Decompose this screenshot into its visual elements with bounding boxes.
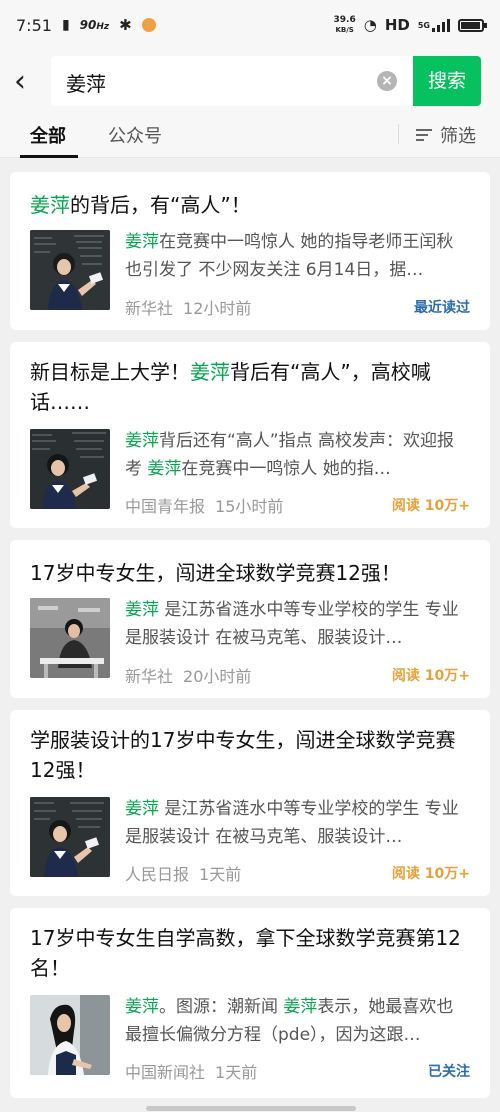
- result-thumbnail: [30, 797, 110, 877]
- clock: 7:51: [16, 15, 52, 35]
- vibrate-icon: ▮: [61, 17, 70, 33]
- result-tag: 阅读 10万+: [391, 668, 470, 684]
- network-label: 5G: [417, 20, 430, 30]
- app-notification-icon: [141, 18, 156, 32]
- bluetooth-icon: ✱: [119, 16, 132, 34]
- search-button[interactable]: 搜索: [413, 56, 481, 106]
- result-source[interactable]: 新华社: [125, 667, 173, 686]
- result-tabs: 全部 公众号 筛选: [0, 114, 500, 158]
- result-meta: 新华社 20小时前: [125, 663, 261, 687]
- result-thumbnail: [30, 429, 110, 509]
- tab-official-accounts[interactable]: 公众号: [108, 122, 162, 148]
- search-input[interactable]: 姜萍 ×: [51, 56, 413, 106]
- signal-icon: [432, 18, 450, 32]
- result-tag: 阅读 10万+: [391, 866, 470, 882]
- hd-label: HD: [384, 16, 410, 34]
- network-speed: 39.6 KB/S: [333, 15, 356, 34]
- result-snippet: 姜萍 是江苏省涟水中等专业学校的学生 专业是服装设计 在被马克笔、服装设计…: [125, 799, 459, 847]
- result-thumbnail: [30, 995, 110, 1075]
- result-meta: 中国新闻社 1天前: [125, 1059, 267, 1083]
- result-meta: 人民日报 1天前: [125, 861, 251, 885]
- result-time: 1天前: [215, 1063, 258, 1082]
- result-meta: 中国青年报 15小时前: [125, 493, 293, 517]
- result-tag: 最近读过: [414, 300, 470, 316]
- result-thumbnail: [30, 230, 110, 310]
- result-time: 15小时前: [215, 497, 284, 516]
- clear-icon[interactable]: ×: [377, 71, 397, 91]
- filter-button[interactable]: 筛选: [416, 122, 476, 148]
- result-snippet: 姜萍在竞赛中一鸣惊人 她的指导老师王闰秋也引发了 不少网友关注 6月14日，据…: [125, 232, 454, 280]
- filter-icon: [416, 129, 432, 141]
- result-title[interactable]: 新目标是上大学！姜萍背后有“高人”，高校喊话……: [30, 357, 480, 417]
- result-meta: 新华社 12小时前: [125, 295, 261, 319]
- result-source[interactable]: 新华社: [125, 299, 173, 318]
- search-header: ‹ 姜萍 × 搜索: [0, 50, 500, 114]
- result-title[interactable]: 学服装设计的17岁中专女生，闯进全球数学竞赛12强！: [30, 725, 480, 785]
- result-snippet: 姜萍背后还有“高人”指点 高校发声：欢迎报考 姜萍在竞赛中一鸣惊人 她的指…: [125, 431, 455, 479]
- active-tab-indicator: [20, 155, 78, 158]
- result-card[interactable]: 17岁中专女生自学高数，拿下全球数学竞赛第12名！ 姜萍。图源：潮新闻 姜萍表示…: [10, 908, 490, 1098]
- result-source[interactable]: 中国青年报: [125, 497, 205, 516]
- battery-icon: [458, 18, 487, 32]
- result-card[interactable]: 17岁中专女生，闯进全球数学竞赛12强！ 姜萍 是江苏省涟水中等专业学校的学生 …: [10, 540, 490, 698]
- result-title[interactable]: 17岁中专女生自学高数，拿下全球数学竞赛第12名！: [30, 923, 480, 983]
- result-card[interactable]: 新目标是上大学！姜萍背后有“高人”，高校喊话…… 姜萍背后还有“高人”指点 高校…: [10, 342, 490, 528]
- result-snippet: 姜萍 是江苏省涟水中等专业学校的学生 专业是服装设计 在被马克笔、服装设计…: [125, 600, 459, 648]
- home-indicator[interactable]: [146, 1106, 356, 1111]
- status-bar: 7:51 ▮ 90Hz ✱ 39.6 KB/S ◔ HD 5G: [0, 0, 500, 50]
- result-source[interactable]: 人民日报: [125, 865, 189, 884]
- result-time: 20小时前: [183, 667, 252, 686]
- result-time: 12小时前: [183, 299, 252, 318]
- refresh-rate: 90Hz: [79, 18, 110, 32]
- divider: [398, 124, 399, 144]
- result-tag: 阅读 10万+: [391, 498, 470, 514]
- result-source[interactable]: 中国新闻社: [125, 1063, 205, 1082]
- result-title[interactable]: 17岁中专女生，闯进全球数学竞赛12强！: [30, 558, 480, 588]
- tab-all[interactable]: 全部: [30, 122, 66, 148]
- filter-label: 筛选: [440, 126, 476, 147]
- result-card[interactable]: 学服装设计的17岁中专女生，闯进全球数学竞赛12强！ 姜萍 是江苏省涟水中等专业…: [10, 710, 490, 896]
- result-snippet: 姜萍。图源：潮新闻 姜萍表示，她最喜欢也最擅长偏微分方程（pde），因为这跟…: [125, 997, 454, 1045]
- result-time: 1天前: [199, 865, 242, 884]
- result-title[interactable]: 姜萍的背后，有“高人”！: [30, 190, 480, 220]
- wifi-icon: ◔: [363, 16, 377, 34]
- search-query[interactable]: 姜萍: [66, 68, 106, 97]
- result-thumbnail: [30, 598, 110, 678]
- back-arrow-icon[interactable]: ‹: [14, 66, 38, 98]
- result-card[interactable]: 姜萍的背后，有“高人”！ 姜萍在竞赛中一鸣惊人 她的指导老师王闰秋也引发了 不少…: [10, 172, 490, 330]
- result-tag[interactable]: 已关注: [428, 1061, 470, 1081]
